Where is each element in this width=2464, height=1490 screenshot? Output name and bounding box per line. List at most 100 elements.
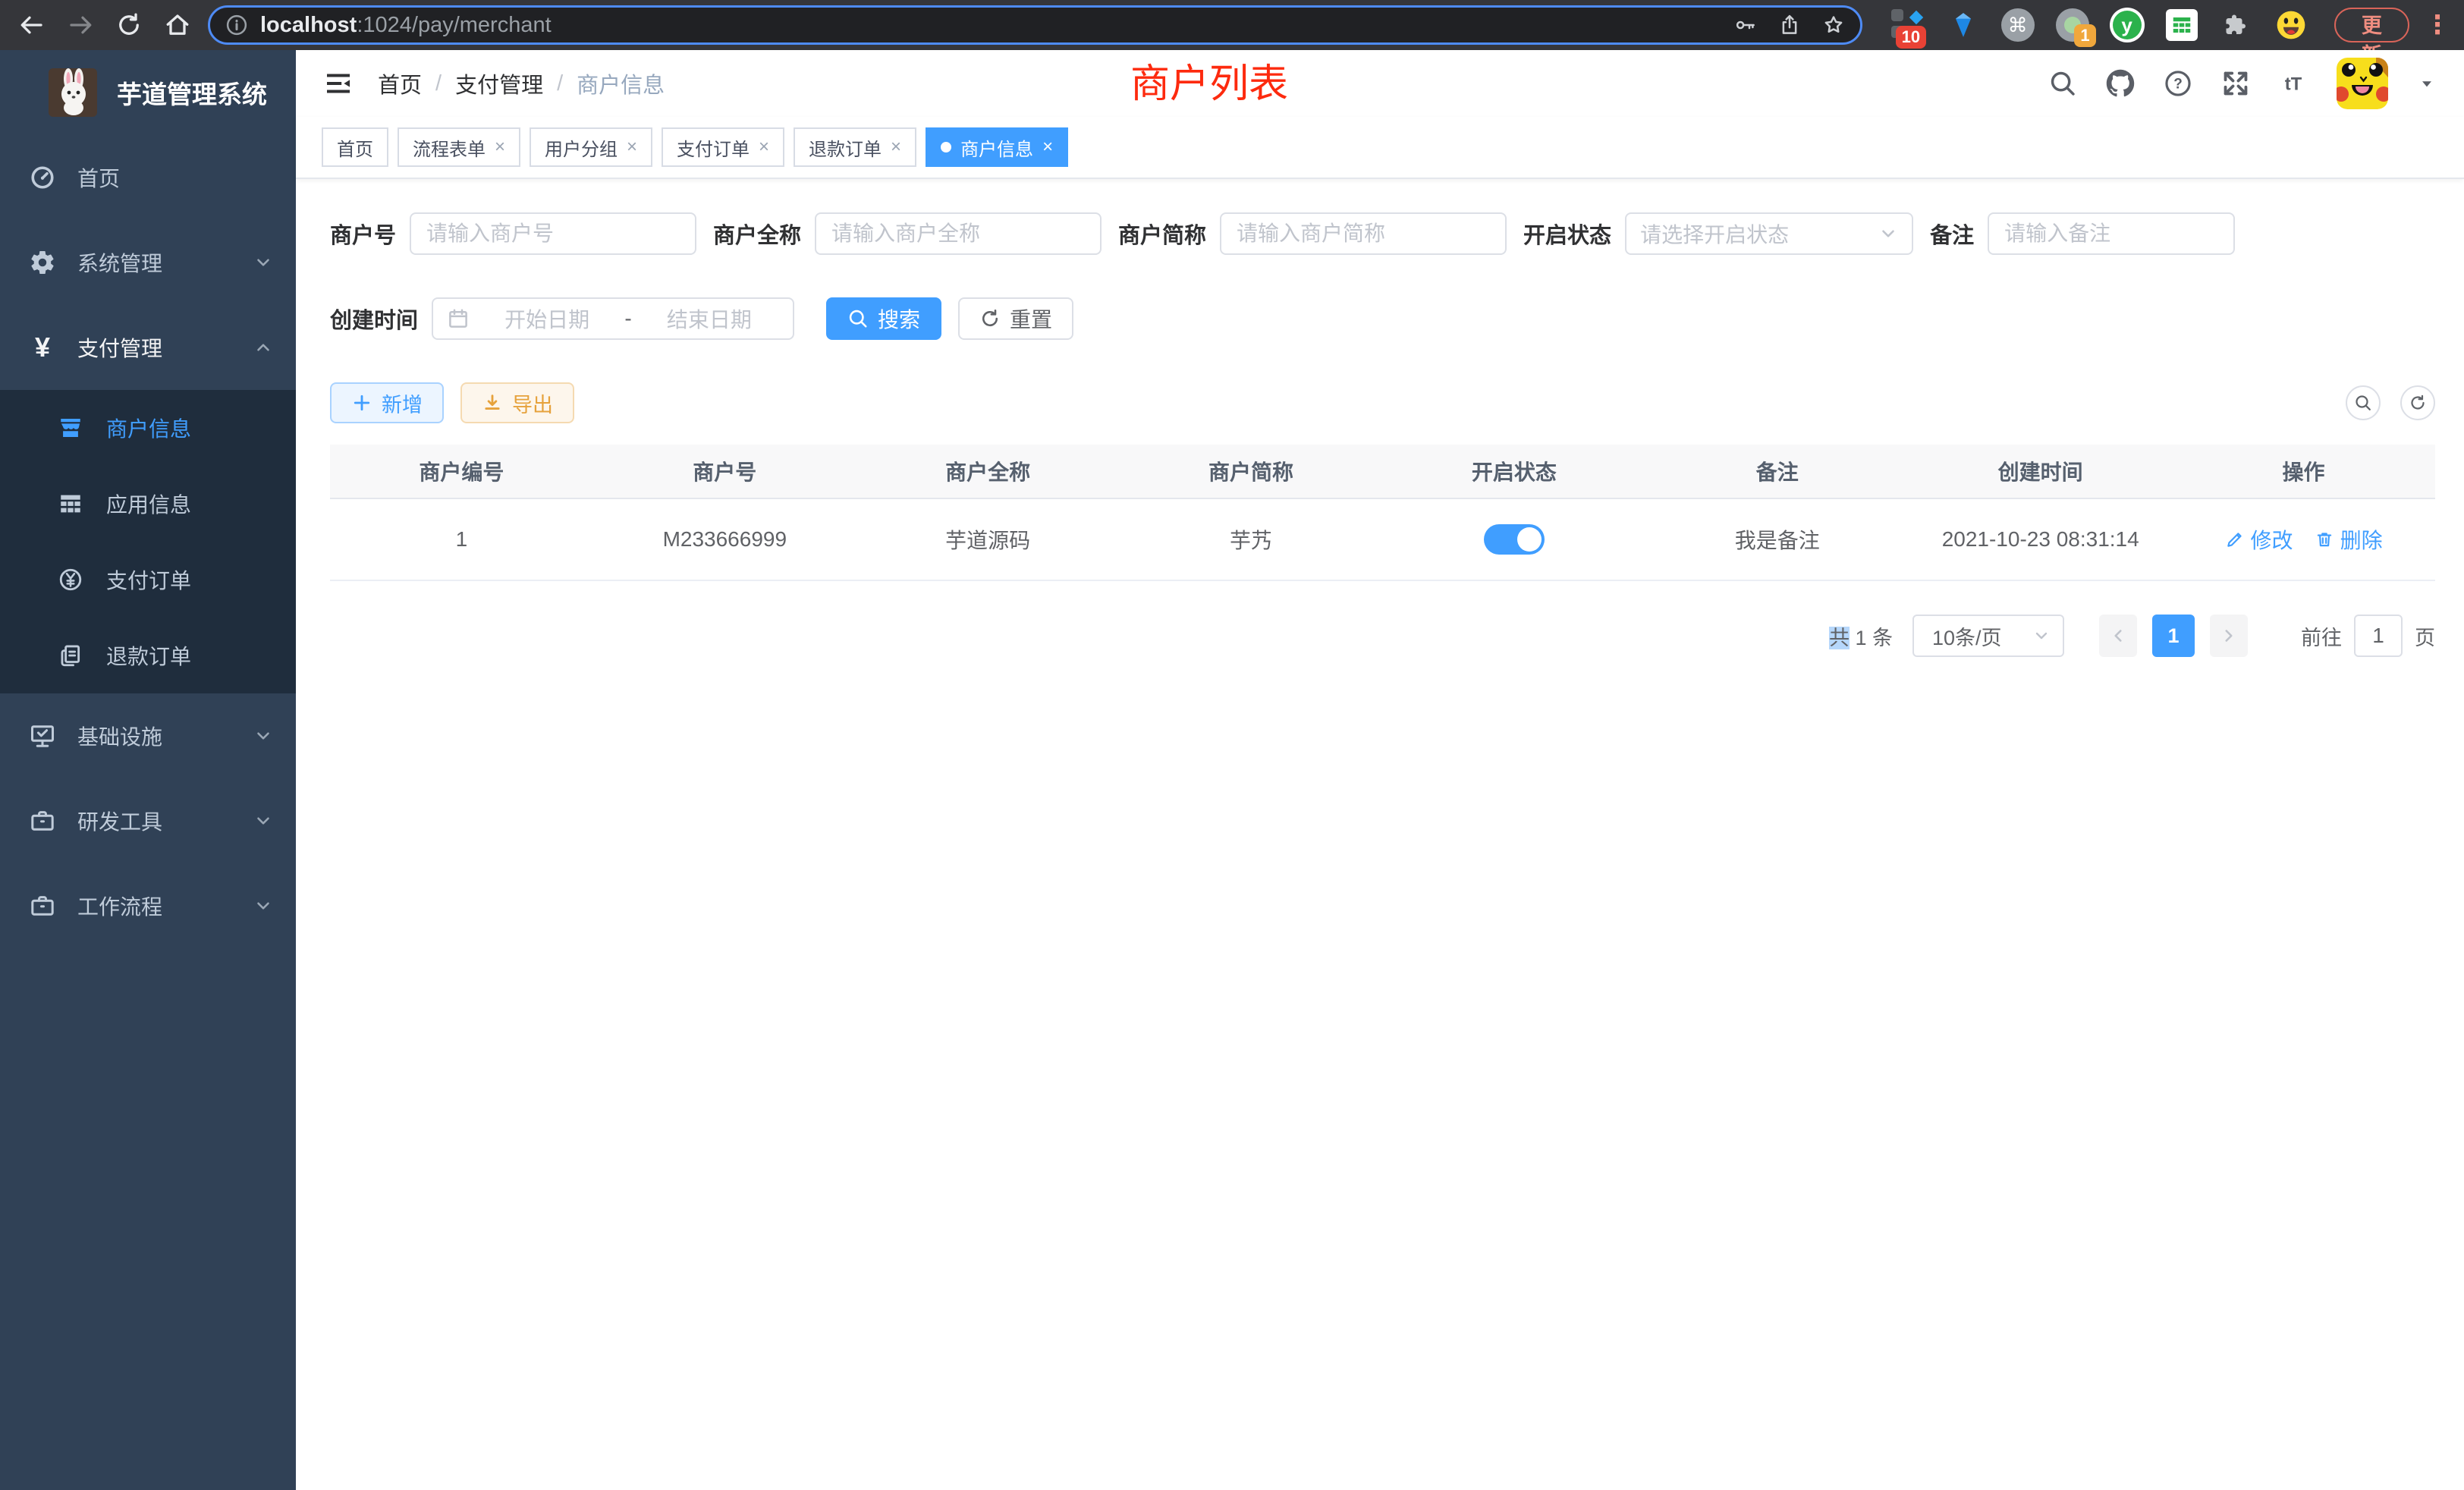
url-text[interactable]: localhost:1024/pay/merchant xyxy=(260,13,1734,38)
toolbar-right xyxy=(2346,385,2435,420)
search-icon[interactable] xyxy=(2048,69,2077,98)
sidebar-toggle-icon[interactable] xyxy=(323,68,354,99)
show-search-button[interactable] xyxy=(2346,385,2381,420)
tags-view-bar: 首页 流程表单 × 用户分组 × 支付订单 × 退款订单 × 商户信息 × xyxy=(296,117,2464,179)
cell-full-name: 芋道源码 xyxy=(856,499,1120,581)
tag-pay-order[interactable]: 支付订单 × xyxy=(662,127,784,167)
extension-pin-icon[interactable] xyxy=(1946,8,1981,42)
filter-row-2: 创建时间 开始日期 - 结束日期 搜索 重置 xyxy=(330,297,2435,340)
url-path: :1024/pay/merchant xyxy=(357,13,551,37)
extension-recorder-icon[interactable]: 1 xyxy=(2055,8,2090,42)
main-area: 首页 / 支付管理 / 商户信息 ? tT xyxy=(296,50,2464,1490)
sidebar-subitem-refund-order[interactable]: 退款订单 xyxy=(0,618,296,693)
font-size-icon[interactable]: tT xyxy=(2279,69,2308,98)
sidebar-item-home[interactable]: 首页 xyxy=(0,135,296,220)
chevron-down-icon xyxy=(2032,627,2051,645)
merchant-no-input[interactable] xyxy=(410,212,696,255)
sidebar-item-label: 工作流程 xyxy=(77,891,162,921)
next-page-button[interactable] xyxy=(2210,615,2248,657)
refresh-icon xyxy=(2409,394,2427,412)
short-name-input[interactable] xyxy=(1220,212,1507,255)
app-logo[interactable]: 芋道管理系统 xyxy=(0,50,296,135)
full-name-input[interactable] xyxy=(815,212,1102,255)
column-header: 商户号 xyxy=(593,445,856,499)
refresh-table-button[interactable] xyxy=(2400,385,2435,420)
page-size-select[interactable]: 10条/页 xyxy=(1912,615,2064,657)
status-select[interactable]: 请选择开启状态 xyxy=(1625,212,1913,255)
add-button[interactable]: 新增 xyxy=(330,382,444,423)
breadcrumb-payment[interactable]: 支付管理 xyxy=(455,68,543,99)
status-toggle[interactable] xyxy=(1484,524,1545,555)
avatar-caret-icon[interactable] xyxy=(2417,74,2437,93)
sidebar-subitem-merchant-info[interactable]: 商户信息 xyxy=(0,390,296,466)
site-info-icon[interactable] xyxy=(225,14,248,36)
reload-icon[interactable] xyxy=(115,11,143,39)
sidebar-item-infrastructure[interactable]: 基础设施 xyxy=(0,693,296,778)
help-icon[interactable]: ? xyxy=(2164,69,2192,98)
edit-link[interactable]: 修改 xyxy=(2225,524,2293,555)
tag-merchant-info[interactable]: 商户信息 × xyxy=(926,127,1068,167)
close-icon[interactable]: × xyxy=(891,137,901,158)
bookmark-star-icon[interactable] xyxy=(1822,14,1845,36)
column-header: 商户全称 xyxy=(856,445,1120,499)
password-key-icon[interactable] xyxy=(1734,14,1757,36)
sidebar-item-workflow[interactable]: 工作流程 xyxy=(0,863,296,948)
date-end-placeholder[interactable]: 结束日期 xyxy=(640,303,779,334)
goto-page: 前往 页 xyxy=(2301,615,2435,657)
gear-icon xyxy=(29,249,56,276)
update-button[interactable]: 更新 xyxy=(2334,8,2409,42)
sidebar-item-system[interactable]: 系统管理 xyxy=(0,220,296,305)
tag-flow-form[interactable]: 流程表单 × xyxy=(398,127,520,167)
date-separator: - xyxy=(624,306,631,331)
cell-short-name: 芋艿 xyxy=(1120,499,1383,581)
sidebar-item-dev-tools[interactable]: 研发工具 xyxy=(0,778,296,863)
date-range-picker[interactable]: 开始日期 - 结束日期 xyxy=(432,297,794,340)
extension-command-icon[interactable]: ⌘ xyxy=(2000,8,2035,42)
goto-page-input[interactable] xyxy=(2354,615,2403,657)
close-icon[interactable]: × xyxy=(495,137,505,158)
fullscreen-icon[interactable] xyxy=(2221,69,2250,98)
extension-chat-icon[interactable] xyxy=(2164,8,2199,42)
diamond-icon xyxy=(1906,8,1926,27)
export-button[interactable]: 导出 xyxy=(460,382,574,423)
browser-menu-icon[interactable]: ⋮ xyxy=(2425,12,2450,38)
close-icon[interactable]: × xyxy=(627,137,637,158)
field-label: 商户简称 xyxy=(1118,218,1206,250)
breadcrumb-home[interactable]: 首页 xyxy=(378,68,422,99)
close-icon[interactable]: × xyxy=(759,137,769,158)
profile-emoji-icon[interactable] xyxy=(2274,8,2308,42)
breadcrumb-separator: / xyxy=(557,71,563,96)
sidebar-item-payment[interactable]: ¥ 支付管理 xyxy=(0,305,296,390)
remark-input[interactable] xyxy=(1988,212,2235,255)
back-icon[interactable] xyxy=(18,11,46,39)
page-number-button[interactable]: 1 xyxy=(2152,615,2195,657)
forward-icon[interactable] xyxy=(67,11,94,39)
chevron-down-icon xyxy=(253,253,273,272)
extension-y-icon[interactable]: y xyxy=(2110,8,2145,42)
extension-blocks-icon[interactable]: 10 xyxy=(1891,8,1926,42)
date-start-placeholder[interactable]: 开始日期 xyxy=(477,303,617,334)
filter-remark: 备注 xyxy=(1930,212,2235,255)
tag-home[interactable]: 首页 xyxy=(322,127,388,167)
sidebar-subitem-pay-order[interactable]: 支付订单 xyxy=(0,542,296,618)
reset-button[interactable]: 重置 xyxy=(958,297,1073,340)
search-button[interactable]: 搜索 xyxy=(826,297,941,340)
close-icon[interactable]: × xyxy=(1042,137,1053,158)
tag-refund-order[interactable]: 退款订单 × xyxy=(794,127,916,167)
url-bar[interactable]: localhost:1024/pay/merchant xyxy=(208,5,1862,45)
extensions-puzzle-icon[interactable] xyxy=(2219,8,2254,42)
extension-badge-1: 1 xyxy=(2074,24,2095,47)
search-icon xyxy=(847,308,869,329)
browser-nav-buttons xyxy=(18,11,191,39)
delete-link[interactable]: 删除 xyxy=(2315,524,2383,555)
sidebar-subitem-app-info[interactable]: 应用信息 xyxy=(0,466,296,542)
avatar[interactable] xyxy=(2337,58,2388,109)
refresh-icon xyxy=(979,308,1001,329)
share-icon[interactable] xyxy=(1778,14,1801,36)
home-icon[interactable] xyxy=(164,11,191,39)
goto-label: 前往 xyxy=(2301,621,2342,651)
prev-page-button[interactable] xyxy=(2099,615,2137,657)
github-icon[interactable] xyxy=(2106,69,2135,98)
tag-user-group[interactable]: 用户分组 × xyxy=(530,127,652,167)
active-dot-icon xyxy=(941,142,951,152)
